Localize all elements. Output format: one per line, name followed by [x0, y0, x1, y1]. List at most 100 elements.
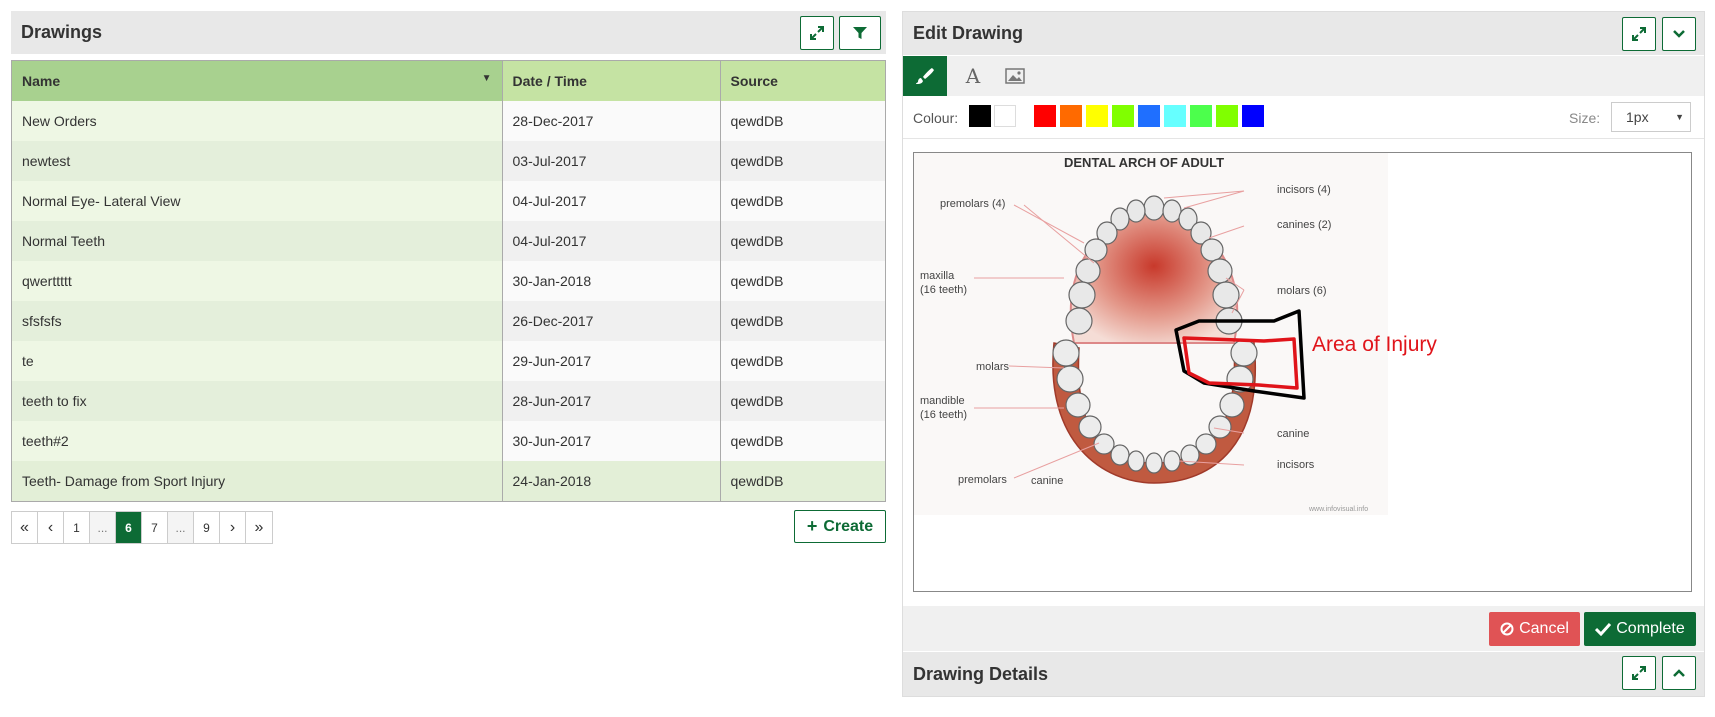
row-date: 03-Jul-2017 [502, 141, 721, 181]
row-source: qewdDB [720, 301, 885, 341]
row-name: Normal Eye- Lateral View [12, 181, 503, 221]
dental-arch-image: DENTAL ARCH OF ADULT premolars (4) incis… [914, 153, 1437, 515]
row-name: Teeth- Damage from Sport Injury [12, 461, 503, 501]
cancel-button[interactable]: Cancel [1489, 612, 1580, 646]
page-ellipsis: ... [168, 512, 194, 543]
label-molars-left: molars [976, 361, 1010, 373]
plus-icon: + [806, 516, 818, 536]
label-maxilla: maxilla [920, 270, 955, 282]
colour-label: Colour: [913, 110, 959, 126]
label-mandible-count: (16 teeth) [920, 409, 967, 421]
colour-swatch[interactable] [1138, 105, 1160, 127]
drawing-canvas[interactable]: DENTAL ARCH OF ADULT premolars (4) incis… [913, 152, 1692, 592]
dropdown-arrow-icon: ▼ [1675, 112, 1684, 122]
table-row[interactable]: Teeth- Damage from Sport Injury 24-Jan-20… [12, 461, 885, 501]
row-source: qewdDB [720, 341, 885, 381]
column-header-source[interactable]: Source [720, 61, 885, 101]
row-name: New Orders [12, 101, 503, 141]
table-row[interactable]: qwerttttt 30-Jan-2018 qewdDB [12, 261, 885, 301]
size-select[interactable]: 1px ▼ [1611, 102, 1691, 132]
chevron-up-icon [1673, 669, 1685, 677]
label-canines-top: canines (2) [1277, 219, 1331, 231]
filter-button[interactable] [839, 16, 881, 50]
text-icon: A [965, 64, 981, 88]
table-row[interactable]: Normal Teeth 04-Jul-2017 qewdDB [12, 221, 885, 261]
row-source: qewdDB [720, 421, 885, 461]
edit-drawing-header: Edit Drawing [903, 12, 1704, 55]
label-canine-bottom: canine [1031, 475, 1063, 487]
drawing-details-header[interactable]: Drawing Details [903, 652, 1704, 696]
row-name: teeth#2 [12, 421, 503, 461]
page-6-button[interactable]: 6 [116, 512, 142, 543]
row-name: Normal Teeth [12, 221, 503, 261]
colour-swatch[interactable] [1034, 105, 1056, 127]
colour-swatch[interactable] [1190, 105, 1212, 127]
brush-tool-button[interactable] [903, 56, 947, 96]
table-row[interactable]: New Orders 28-Dec-2017 qewdDB [12, 101, 885, 141]
drawings-panel-header: Drawings [11, 11, 886, 54]
ban-icon [1500, 622, 1514, 636]
drawing-details-title: Drawing Details [913, 663, 1049, 684]
create-button[interactable]: + Create [794, 510, 886, 543]
label-maxilla-count: (16 teeth) [920, 284, 967, 296]
row-source: qewdDB [720, 181, 885, 221]
row-source: qewdDB [720, 381, 885, 421]
colour-swatch[interactable] [1112, 105, 1134, 127]
label-mandible: mandible [920, 395, 965, 407]
text-tool-button[interactable]: A [958, 60, 988, 92]
expand-drawings-button[interactable] [800, 16, 834, 50]
table-row[interactable]: teeth#2 30-Jun-2017 qewdDB [12, 421, 885, 461]
label-molars-right: molars (6) [1277, 285, 1327, 297]
brush-icon [916, 68, 934, 84]
page-7-button[interactable]: 7 [142, 512, 168, 543]
table-row[interactable]: newtest 03-Jul-2017 qewdDB [12, 141, 885, 181]
expand-details-button[interactable] [1622, 656, 1656, 690]
pagination: « ‹ 1 ... 6 7 ... 9 › » [11, 511, 273, 544]
image-icon [1005, 68, 1025, 84]
row-name: te [12, 341, 503, 381]
colour-swatch[interactable] [1216, 105, 1238, 127]
table-row[interactable]: Normal Eye- Lateral View 04-Jul-2017 qewdD… [12, 181, 885, 221]
row-date: 29-Jun-2017 [502, 341, 721, 381]
area-of-injury-label: Area of Injury [1312, 333, 1437, 356]
row-date: 30-Jan-2018 [502, 261, 721, 301]
colour-swatch[interactable] [994, 105, 1016, 127]
expand-edit-button[interactable] [1622, 17, 1656, 51]
page-1-button[interactable]: 1 [64, 512, 90, 543]
table-row[interactable]: te 29-Jun-2017 qewdDB [12, 341, 885, 381]
label-premolars-bottom: premolars [958, 474, 1007, 486]
table-row[interactable]: sfsfsfs 26-Dec-2017 qewdDB [12, 301, 885, 341]
create-label: Create [823, 517, 874, 535]
row-source: qewdDB [720, 101, 885, 141]
colour-swatch[interactable] [1164, 105, 1186, 127]
row-name: teeth to fix [12, 381, 503, 421]
complete-label: Complete [1616, 620, 1685, 637]
expand-details-toggle[interactable] [1662, 656, 1696, 690]
colour-swatch[interactable] [969, 105, 991, 127]
first-page-button[interactable]: « [12, 512, 38, 543]
table-row[interactable]: teeth to fix 28-Jun-2017 qewdDB [12, 381, 885, 421]
colour-swatch[interactable] [1060, 105, 1082, 127]
row-date: 26-Dec-2017 [502, 301, 721, 341]
next-page-button[interactable]: › [220, 512, 246, 543]
image-tool-button[interactable] [1000, 60, 1030, 92]
collapse-edit-button[interactable] [1662, 17, 1696, 51]
drawings-table: Name ▼ Date / Time Source New Orders 28-De… [11, 60, 886, 502]
row-source: qewdDB [720, 261, 885, 301]
prev-page-button[interactable]: ‹ [38, 512, 64, 543]
row-name: qwerttttt [12, 261, 503, 301]
row-source: qewdDB [720, 221, 885, 261]
row-source: qewdDB [720, 141, 885, 181]
complete-button[interactable]: Complete [1584, 612, 1696, 646]
row-source: qewdDB [720, 461, 885, 501]
colour-swatch[interactable] [1086, 105, 1108, 127]
page-9-button[interactable]: 9 [194, 512, 220, 543]
column-header-date[interactable]: Date / Time [502, 61, 721, 101]
label-incisors-bottom: incisors [1277, 459, 1315, 471]
expand-icon [1632, 666, 1646, 680]
last-page-button[interactable]: » [246, 512, 272, 543]
image-heading: DENTAL ARCH OF ADULT [1064, 155, 1224, 170]
column-header-name[interactable]: Name ▼ [12, 61, 503, 101]
filter-icon [853, 27, 867, 39]
colour-swatch[interactable] [1242, 105, 1264, 127]
